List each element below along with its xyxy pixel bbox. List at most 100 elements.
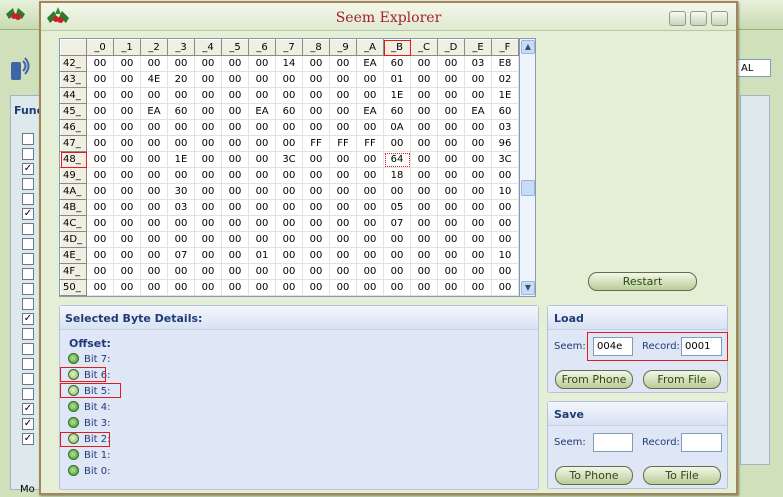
background-checkbox[interactable] [22, 238, 34, 250]
hex-cell[interactable]: 00 [410, 71, 438, 88]
hex-cell[interactable]: 00 [86, 151, 114, 168]
hex-cell[interactable]: 00 [410, 87, 438, 104]
hex-cell[interactable]: 00 [437, 103, 465, 120]
hex-cell[interactable]: 1E [491, 87, 519, 104]
hex-cell[interactable]: 00 [410, 55, 438, 72]
background-checkbox[interactable]: ✓ [22, 418, 34, 430]
hex-cell[interactable]: 00 [140, 87, 168, 104]
hex-row-header[interactable]: 4C_ [60, 215, 87, 232]
hex-cell[interactable]: 60 [167, 103, 195, 120]
background-checkbox[interactable] [22, 283, 34, 295]
title-bar[interactable]: Seem Explorer [41, 3, 736, 31]
hex-cell[interactable]: 00 [464, 71, 492, 88]
hex-column-header[interactable]: _0 [86, 39, 114, 56]
hex-cell[interactable]: 00 [410, 231, 438, 248]
hex-cell[interactable]: 00 [302, 87, 330, 104]
hex-cell[interactable]: 00 [302, 55, 330, 72]
hex-cell[interactable]: 00 [194, 119, 222, 136]
hex-cell[interactable]: 00 [437, 279, 465, 296]
hex-cell[interactable]: 00 [221, 199, 249, 216]
hex-cell[interactable]: 00 [383, 279, 411, 296]
hex-cell[interactable]: 01 [248, 247, 276, 264]
hex-cell[interactable]: 00 [383, 231, 411, 248]
background-checkbox[interactable] [22, 193, 34, 205]
hex-cell[interactable]: 00 [248, 279, 276, 296]
hex-cell[interactable]: 03 [491, 119, 519, 136]
hex-cell[interactable]: 00 [113, 247, 141, 264]
hex-row-header[interactable]: 4F_ [60, 263, 87, 280]
hex-cell[interactable]: 00 [464, 135, 492, 152]
hex-cell[interactable]: 00 [113, 199, 141, 216]
hex-cell[interactable]: 00 [167, 279, 195, 296]
background-checkbox[interactable]: ✓ [22, 163, 34, 175]
hex-cell[interactable]: 00 [86, 215, 114, 232]
hex-cell[interactable]: 00 [383, 183, 411, 200]
hex-cell[interactable]: 60 [383, 103, 411, 120]
hex-cell[interactable]: EA [248, 103, 276, 120]
hex-cell[interactable]: 30 [167, 183, 195, 200]
hex-cell[interactable]: 00 [140, 135, 168, 152]
hex-cell[interactable]: FF [302, 135, 330, 152]
hex-cell[interactable]: 00 [356, 215, 384, 232]
hex-cell[interactable]: 00 [140, 215, 168, 232]
background-checkbox[interactable] [22, 178, 34, 190]
hex-cell[interactable]: 00 [464, 151, 492, 168]
hex-cell[interactable]: 00 [221, 279, 249, 296]
hex-column-header[interactable]: _E [464, 39, 492, 56]
background-checkbox[interactable] [22, 268, 34, 280]
hex-cell[interactable]: 00 [383, 247, 411, 264]
hex-column-header[interactable]: _A [356, 39, 384, 56]
background-checkbox[interactable] [22, 388, 34, 400]
hex-cell[interactable]: 00 [356, 87, 384, 104]
hex-cell[interactable]: 18 [383, 167, 411, 184]
hex-cell[interactable]: 00 [86, 55, 114, 72]
hex-cell[interactable]: 00 [410, 247, 438, 264]
hex-cell[interactable]: 00 [86, 231, 114, 248]
hex-cell[interactable]: 00 [194, 87, 222, 104]
hex-cell[interactable]: 60 [491, 103, 519, 120]
hex-cell[interactable]: 00 [248, 183, 276, 200]
hex-cell[interactable]: 00 [113, 71, 141, 88]
hex-cell[interactable]: 20 [167, 71, 195, 88]
hex-cell[interactable]: 00 [410, 183, 438, 200]
hex-cell[interactable]: 00 [167, 231, 195, 248]
save-seem-input[interactable] [593, 433, 633, 452]
hex-cell[interactable]: 00 [194, 135, 222, 152]
hex-cell[interactable]: 00 [86, 263, 114, 280]
hex-cell[interactable]: 00 [437, 199, 465, 216]
hex-cell[interactable]: 00 [167, 119, 195, 136]
hex-cell[interactable]: 00 [329, 55, 357, 72]
hex-cell[interactable]: 00 [302, 119, 330, 136]
background-checkbox[interactable]: ✓ [22, 403, 34, 415]
hex-column-header[interactable]: _4 [194, 39, 222, 56]
background-checkbox[interactable] [22, 373, 34, 385]
hex-cell[interactable]: 00 [221, 55, 249, 72]
hex-cell[interactable]: 00 [113, 167, 141, 184]
hex-cell[interactable]: 00 [140, 231, 168, 248]
hex-column-header[interactable]: _6 [248, 39, 276, 56]
hex-row-header[interactable]: 48_ [60, 151, 87, 168]
hex-cell[interactable]: 00 [113, 151, 141, 168]
hex-cell[interactable]: 00 [356, 231, 384, 248]
hex-cell[interactable]: 00 [167, 167, 195, 184]
hex-cell[interactable]: 00 [302, 279, 330, 296]
hex-row-header[interactable]: 45_ [60, 103, 87, 120]
hex-cell[interactable]: 00 [410, 279, 438, 296]
hex-column-header[interactable]: _1 [113, 39, 141, 56]
hex-cell[interactable]: 00 [248, 167, 276, 184]
hex-cell[interactable]: 03 [464, 55, 492, 72]
hex-cell[interactable]: 00 [437, 135, 465, 152]
hex-cell[interactable]: 00 [356, 183, 384, 200]
hex-cell[interactable]: 00 [194, 71, 222, 88]
hex-cell[interactable]: 07 [167, 247, 195, 264]
hex-cell[interactable]: 00 [140, 183, 168, 200]
hex-cell[interactable]: 00 [275, 167, 303, 184]
hex-cell[interactable]: 00 [383, 135, 411, 152]
hex-cell[interactable]: 00 [113, 135, 141, 152]
hex-cell[interactable]: 00 [221, 231, 249, 248]
hex-cell[interactable]: 00 [248, 215, 276, 232]
hex-cell[interactable]: 00 [356, 279, 384, 296]
hex-cell[interactable]: 00 [275, 279, 303, 296]
hex-cell[interactable]: 00 [437, 71, 465, 88]
hex-cell[interactable]: 00 [329, 151, 357, 168]
